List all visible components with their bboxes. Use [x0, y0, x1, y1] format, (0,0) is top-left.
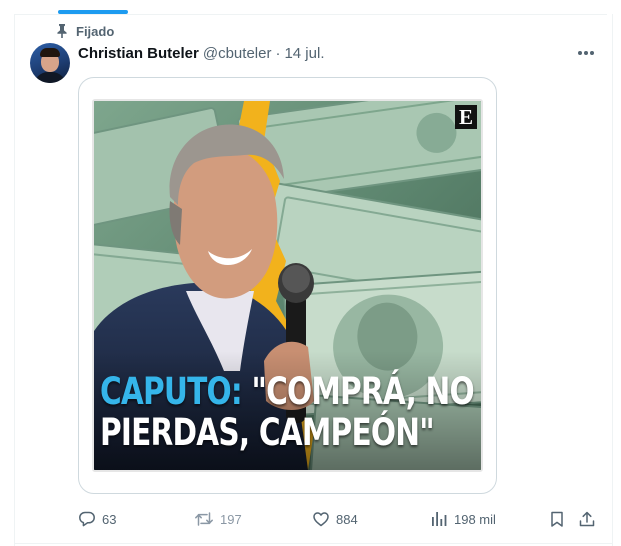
post-image[interactable]: E CAPUTO: "COMPRÁ, NO TE LA PIERDAS, CAM…: [92, 99, 483, 472]
bookmark-button[interactable]: [548, 508, 566, 530]
share-icon: [578, 510, 596, 528]
like-count: 884: [336, 511, 358, 527]
post-date[interactable]: 14 jul.: [284, 45, 324, 62]
post-actions: 63 197 884 198 mil: [78, 508, 598, 530]
views-button[interactable]: 198 mil: [430, 508, 496, 530]
more-horizontal-icon: [577, 43, 595, 61]
caption-line-1: CAPUTO: "COMPRÁ, NO TE LA: [100, 370, 481, 413]
top-divider: [14, 14, 607, 15]
repost-count: 197: [220, 511, 242, 527]
author-name[interactable]: Christian Buteler: [78, 45, 199, 62]
share-button[interactable]: [578, 508, 596, 530]
reply-icon: [78, 510, 96, 528]
more-options-button[interactable]: [572, 42, 600, 62]
post-container: Fijado Christian Buteler @cbuteler · 14 …: [0, 0, 621, 546]
views-icon: [430, 510, 448, 528]
views-count: 198 mil: [454, 511, 496, 527]
heart-icon: [312, 510, 330, 528]
reply-button[interactable]: 63: [78, 508, 116, 530]
pinned-indicator: Fijado: [56, 22, 114, 40]
repost-icon: [194, 510, 214, 528]
pinned-label: Fijado: [76, 23, 115, 39]
right-divider: [612, 14, 613, 546]
caption-line-2: PIERDAS, CAMPEÓN": [100, 411, 435, 454]
brand-logo: E: [455, 105, 477, 129]
left-divider: [14, 14, 15, 546]
repost-button[interactable]: 197: [194, 508, 242, 530]
reply-count: 63: [102, 511, 117, 527]
author-handle[interactable]: @cbuteler: [203, 45, 272, 62]
caption-accent: CAPUTO:: [100, 370, 243, 413]
bottom-divider: [14, 543, 613, 544]
post-header: Christian Buteler @cbuteler · 14 jul.: [78, 43, 324, 63]
image-caption: CAPUTO: "COMPRÁ, NO TE LA PIERDAS, CAMPE…: [100, 370, 481, 454]
like-button[interactable]: 884: [312, 508, 358, 530]
header-separator: ·: [275, 44, 281, 62]
author-avatar[interactable]: [30, 43, 70, 83]
pin-icon: [56, 24, 68, 38]
caption-line-1-rest: "COMPRÁ, NO TE LA: [251, 370, 481, 413]
bookmark-icon: [548, 510, 566, 528]
